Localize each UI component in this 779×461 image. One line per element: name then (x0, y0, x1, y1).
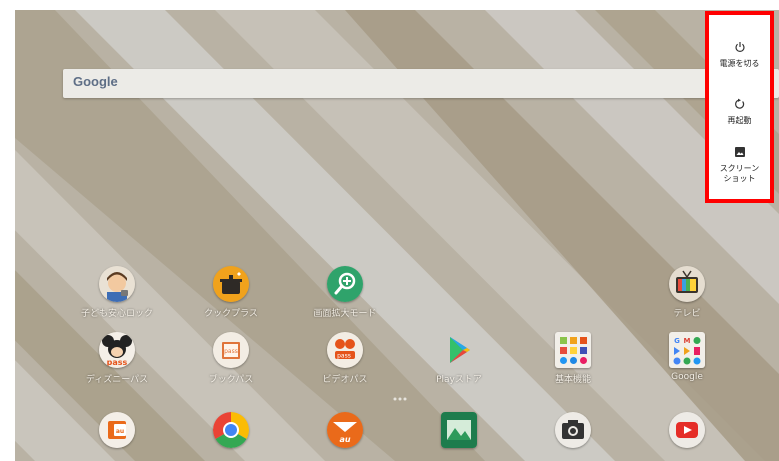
svg-text:au: au (339, 435, 350, 444)
power-menu: 電源を切る 再起動 スクリーン ショット (705, 11, 774, 203)
tablet-screen: Google 子ども安心ロック クックプラス 画面拡大モード テレビ pass … (15, 10, 779, 461)
chrome-icon (213, 412, 249, 448)
power-off-label: 電源を切る (719, 59, 760, 68)
svg-text:pass: pass (224, 348, 238, 355)
power-off-button[interactable]: 電源を切る (709, 41, 770, 69)
disney-pass-icon: pass (99, 332, 135, 368)
power-icon (734, 42, 745, 52)
magnifier-icon (327, 266, 363, 302)
cooking-pot-icon (213, 266, 249, 302)
google-logo: Google (73, 74, 118, 89)
app-label: ディズニーパス (85, 375, 149, 385)
camera-icon (555, 412, 591, 448)
tv-icon (669, 266, 705, 302)
screenshot-label-line1: スクリーン (719, 164, 760, 173)
page-indicator (393, 397, 407, 401)
svg-text:pass: pass (107, 358, 128, 367)
google-search-bar[interactable]: Google (63, 69, 779, 98)
app-label: クックプラス (204, 309, 258, 319)
app-label: Google (671, 372, 703, 382)
app-label: 子ども安心ロック (80, 309, 153, 319)
screenshot-icon (734, 147, 745, 157)
screenshot-button[interactable]: スクリーン ショット (709, 146, 770, 184)
app-label: テレビ (673, 309, 701, 319)
app-chrome[interactable] (176, 412, 286, 461)
app-au[interactable]: au (62, 412, 172, 461)
app-youtube[interactable] (632, 412, 742, 461)
folder-google[interactable]: G M Google (632, 332, 742, 398)
app-tv[interactable]: テレビ (632, 266, 742, 332)
au-mail-icon: au (327, 412, 363, 448)
book-pass-icon: pass (213, 332, 249, 368)
app-book-pass[interactable]: pass ブックパス (176, 332, 286, 398)
restart-label: 再起動 (727, 116, 752, 125)
restart-icon (734, 98, 744, 109)
app-label: Playストア (436, 375, 482, 385)
au-app-icon: au (99, 412, 135, 448)
app-gallery[interactable] (404, 412, 514, 461)
app-camera[interactable] (518, 412, 628, 461)
svg-text:au: au (116, 428, 124, 435)
screenshot-label: スクリーン ショット (709, 164, 770, 184)
app-label: ビデオパス (322, 375, 368, 385)
child-lock-icon (99, 266, 135, 302)
svg-text:pass: pass (337, 353, 351, 360)
app-zoom-mode[interactable]: 画面拡大モード (290, 266, 400, 332)
screenshot-label-line2: ショット (723, 174, 756, 183)
folder-google-icon: G M (669, 332, 705, 368)
app-disney-pass[interactable]: pass ディズニーパス (62, 332, 172, 398)
app-label: 画面拡大モード (313, 309, 377, 319)
youtube-icon (669, 412, 705, 448)
video-pass-icon: pass (327, 332, 363, 368)
gallery-icon (441, 412, 477, 448)
svg-text:G: G (674, 337, 680, 345)
restart-button[interactable]: 再起動 (709, 98, 770, 126)
app-au-mail[interactable]: au (290, 412, 400, 461)
folder-basic-functions[interactable]: 基本機能 (518, 332, 628, 398)
app-label: ブックパス (208, 375, 254, 385)
folder-basic-icon (555, 332, 591, 368)
app-label: 基本機能 (554, 375, 591, 385)
play-store-icon (441, 332, 477, 368)
app-video-pass[interactable]: pass ビデオパス (290, 332, 400, 398)
app-play-store[interactable]: Playストア (404, 332, 514, 398)
app-child-lock[interactable]: 子ども安心ロック (62, 266, 172, 332)
app-cook-plus[interactable]: クックプラス (176, 266, 286, 332)
svg-text:M: M (684, 337, 691, 345)
